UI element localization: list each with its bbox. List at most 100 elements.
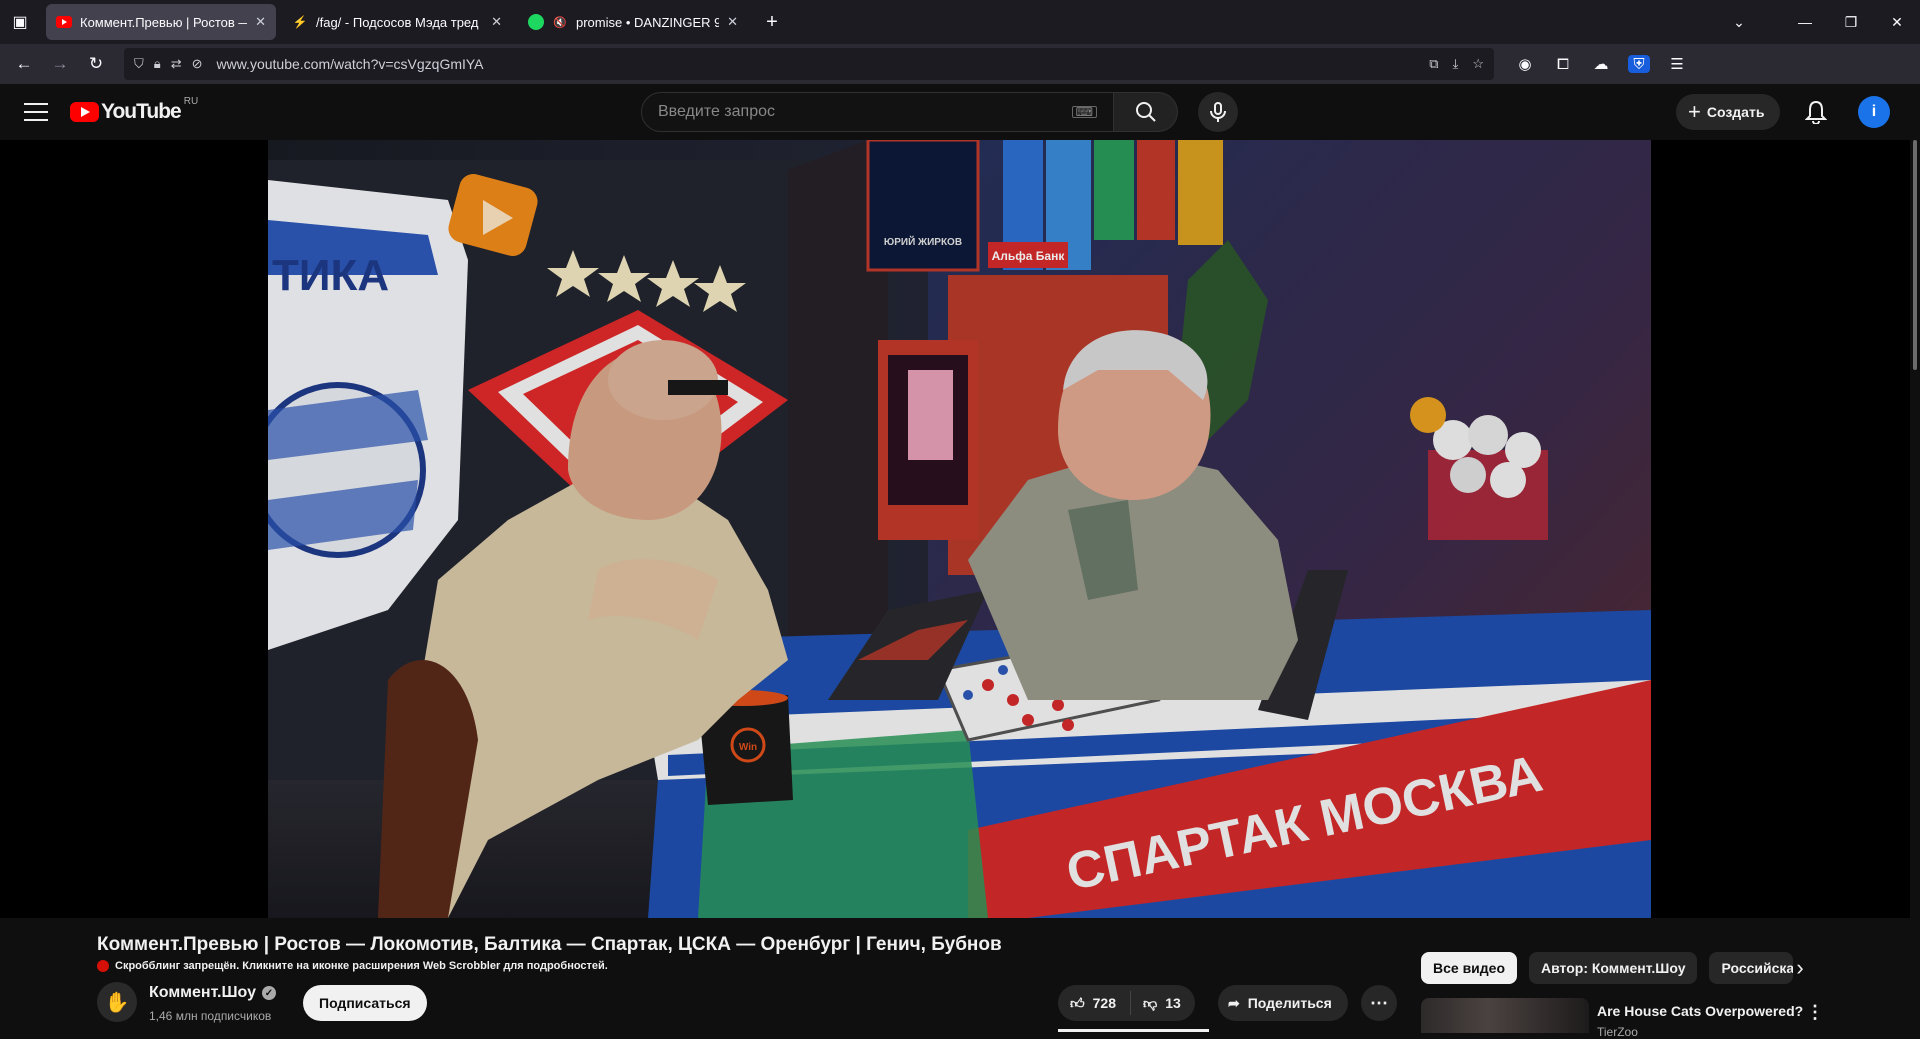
close-icon[interactable]: ✕ [491, 14, 502, 30]
arrow-left-icon: ← [15, 54, 33, 73]
menu-icon[interactable]: ☰ [1666, 55, 1688, 73]
chips-next-button[interactable]: › [1784, 952, 1816, 984]
new-tab-button[interactable]: + [756, 6, 788, 38]
channel-name[interactable]: Коммент.Шоу ✓ [149, 984, 276, 1002]
logo-text: YouTube [101, 100, 182, 123]
tabs-icon: ▣ [12, 14, 28, 31]
window-controls: ⌄ — ❐ ✕ [1716, 0, 1920, 44]
recommended-channel[interactable]: TierZoo [1597, 1025, 1638, 1039]
account-avatar[interactable]: i [1858, 96, 1890, 128]
tab-overflow-icon[interactable]: ⌄ [1716, 0, 1762, 44]
like-dislike-group: 👍︎ 728 👎︎ 13 [1058, 985, 1195, 1021]
forward-button[interactable]: → [44, 48, 76, 80]
reload-button[interactable]: ↻ [80, 48, 112, 80]
create-label: Создать [1706, 104, 1765, 120]
youtube-icon [56, 14, 72, 30]
autoplay-blocked-icon[interactable]: ⊘ [192, 56, 203, 72]
recommended-menu-icon[interactable]: ⋮ [1806, 1002, 1824, 1023]
channel-name-text: Коммент.Шоу [149, 984, 256, 1001]
notifications-button[interactable] [1802, 98, 1830, 126]
video-player[interactable]: ТИКА ЮРИЙ ЖИРКОВ Альфа Банк СПАРТАК МОСК… [0, 140, 1910, 918]
verified-check-icon: ✓ [261, 986, 276, 1000]
url-bar[interactable]: ⛉ 🔒︎ ⇄ ⊘ www.youtube.com/watch?v=csVgzqG… [124, 48, 1494, 80]
browser-tab-bar: ▣ Коммент.Превью | Ростов — Л ✕ ⚡ /fag/ … [0, 0, 1920, 44]
recommended-title[interactable]: Are House Cats Overpowered? [1597, 1003, 1803, 1019]
picture-in-picture-icon[interactable]: ⧉ [1429, 56, 1438, 72]
search-button[interactable] [1114, 92, 1178, 132]
search-icon [1135, 102, 1156, 122]
scrobbler-notice[interactable]: Скробблинг запрещён. Кликните на иконке … [97, 960, 608, 972]
video-metadata: Коммент.Превью | Ростов — Локомотив, Бал… [0, 918, 1910, 1039]
keyboard-icon[interactable]: ⌨ [1071, 106, 1097, 118]
plus-icon: + [766, 10, 778, 33]
extensions-icon[interactable]: ⧠ [1552, 56, 1574, 73]
scrollbar-thumb[interactable] [1913, 140, 1917, 370]
restore-icon[interactable]: ❐ [1828, 0, 1874, 44]
dislike-button[interactable]: 👎︎ 13 [1131, 995, 1195, 1012]
chip-author[interactable]: Автор: Коммент.Шоу [1529, 952, 1698, 984]
like-button[interactable]: 👍︎ 728 [1058, 991, 1131, 1015]
share-arrow-icon: ➦ [1228, 994, 1240, 1011]
related-filter-chips: Все видео Автор: Коммент.Шоу Российская [1421, 952, 1794, 984]
close-icon[interactable]: ✕ [727, 14, 738, 30]
lock-icon[interactable]: 🔒︎ [154, 56, 161, 72]
youtube-header: YouTube RU Введите запрос ⌨ + Создать i [0, 84, 1920, 140]
bitwarden-icon[interactable]: ⛨ [1628, 55, 1650, 73]
video-title: Коммент.Превью | Ростов — Локомотив, Бал… [97, 934, 1002, 955]
save-page-icon[interactable]: ⤓ [1453, 56, 1459, 72]
close-icon[interactable]: ✕ [255, 14, 266, 30]
bookmark-star-icon[interactable]: ☆ [1472, 56, 1484, 72]
tab-list-button[interactable]: ▣ [0, 0, 40, 44]
share-button[interactable]: ➦ Поделиться [1218, 985, 1348, 1021]
tab-fag[interactable]: ⚡ /fag/ - Подсосов Мэда тред № ✕ [282, 4, 512, 40]
chip-all[interactable]: Все видео [1421, 952, 1518, 984]
like-count: 728 [1092, 995, 1116, 1011]
channel-avatar[interactable]: ✋ [97, 982, 137, 1022]
video-scene: ТИКА ЮРИЙ ЖИРКОВ Альфа Банк СПАРТАК МОСК… [268, 140, 1651, 918]
youtube-logo[interactable]: YouTube RU [70, 96, 198, 124]
search-input[interactable]: Введите запрос ⌨ [641, 92, 1114, 132]
back-button[interactable]: ← [8, 48, 40, 80]
video-frame[interactable]: ТИКА ЮРИЙ ЖИРКОВ Альфа Банк СПАРТАК МОСК… [268, 140, 1651, 918]
chip-russian[interactable]: Российская [1709, 952, 1794, 984]
create-button[interactable]: + Создать [1676, 94, 1781, 130]
reload-icon: ↻ [88, 54, 104, 73]
minimize-icon[interactable]: — [1782, 0, 1828, 44]
more-horizontal-icon: ⋯ [1370, 992, 1388, 1013]
thumbs-up-icon: 👍︎ [1070, 994, 1085, 1011]
country-code: RU [183, 96, 199, 107]
voice-search-button[interactable] [1198, 92, 1238, 132]
search-box: Введите запрос ⌨ [641, 92, 1178, 132]
url-text[interactable]: www.youtube.com/watch?v=csVgzqGmIYA [217, 56, 484, 72]
tab-title: promise • DANZINGER 99 [576, 14, 720, 30]
dislike-count: 13 [1165, 995, 1181, 1011]
scrobbler-text: Скробблинг запрещён. Кликните на иконке … [115, 960, 608, 972]
shield-icon[interactable]: ⛉ [134, 56, 144, 72]
lastfm-icon [97, 960, 109, 972]
muted-speaker-icon[interactable]: 🔇 [552, 14, 568, 30]
tab-youtube[interactable]: Коммент.Превью | Ростов — Л ✕ [46, 4, 276, 40]
share-label: Поделиться [1247, 995, 1332, 1011]
bolt-icon: ⚡ [292, 15, 308, 29]
tab-spotify[interactable]: 🔇 promise • DANZINGER 99 ✕ [518, 4, 748, 40]
arrow-right-icon: → [51, 54, 69, 73]
subscriber-count: 1,46 млн подписчиков [149, 1009, 272, 1023]
subscribe-button[interactable]: Подписаться [303, 985, 427, 1021]
recommended-thumbnail[interactable] [1421, 998, 1589, 1033]
like-ratio-bar [1058, 1029, 1209, 1032]
browser-nav-bar: ← → ↻ ⛉ 🔒︎ ⇄ ⊘ www.youtube.com/watch?v=c… [0, 44, 1920, 84]
window-close-icon[interactable]: ✕ [1874, 0, 1920, 44]
plus-icon: + [1688, 99, 1701, 124]
tab-title: /fag/ - Подсосов Мэда тред № [316, 14, 484, 30]
cloud-icon[interactable]: ☁ [1590, 55, 1612, 73]
thumbs-down-icon: 👎︎ [1143, 994, 1158, 1011]
search-placeholder: Введите запрос [658, 103, 775, 120]
page-scrollbar[interactable] [1910, 140, 1920, 1033]
guide-menu-icon[interactable] [24, 103, 48, 121]
microphone-icon [1210, 102, 1226, 122]
tab-title: Коммент.Превью | Ростов — Л [80, 14, 248, 30]
permissions-icon[interactable]: ⇄ [171, 56, 182, 72]
spotify-icon [528, 14, 544, 30]
more-actions-button[interactable]: ⋯ [1361, 985, 1397, 1021]
account-icon[interactable]: ◉ [1514, 55, 1536, 73]
